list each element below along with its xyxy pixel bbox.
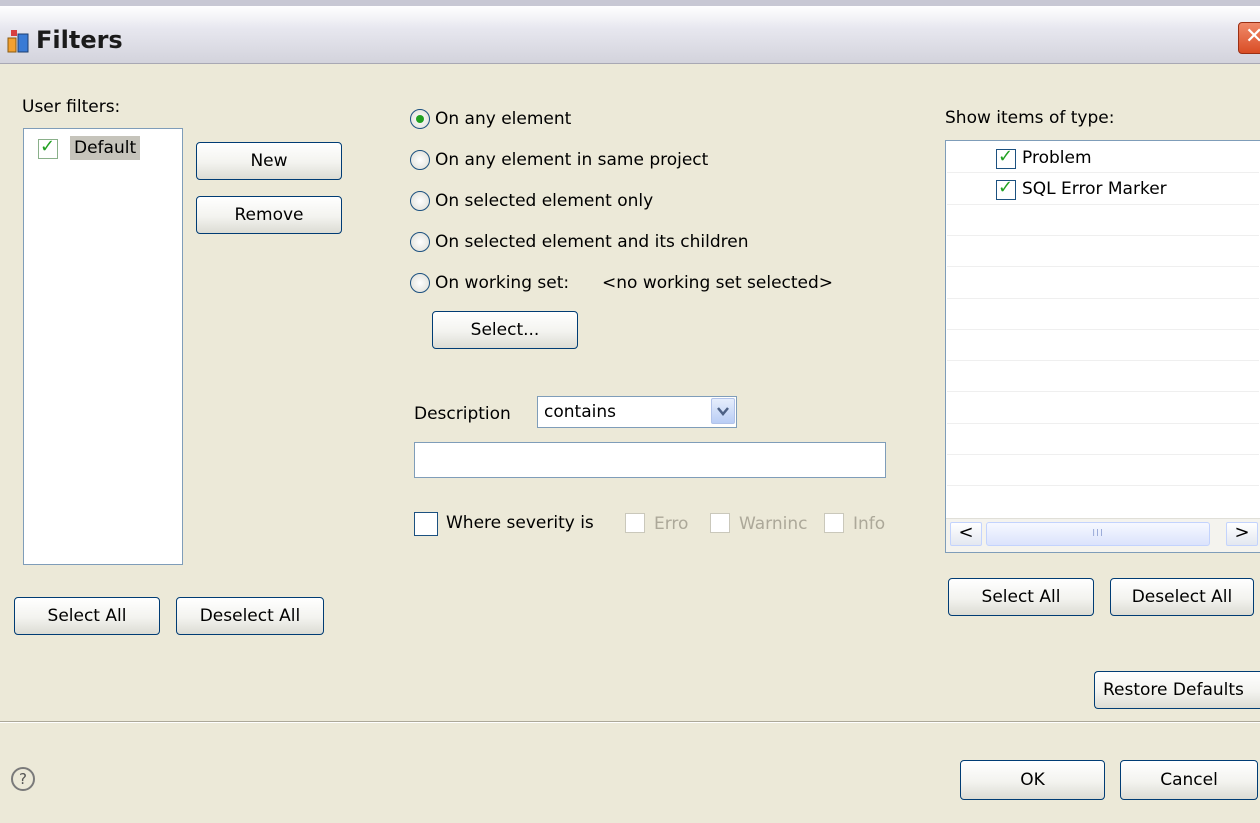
description-operator-value: contains xyxy=(544,402,616,422)
scope-selected-only-label: On selected element only xyxy=(435,191,654,211)
help-icon[interactable]: ? xyxy=(11,767,35,791)
scope-working-set-radio[interactable] xyxy=(410,273,430,293)
working-set-value: <no working set selected> xyxy=(602,273,834,293)
type-problem-label: Problem xyxy=(1022,148,1092,168)
restore-defaults-button[interactable]: Restore Defaults xyxy=(1094,671,1260,709)
window-title: Filters xyxy=(36,26,123,54)
description-label: Description xyxy=(414,404,511,424)
scope-selected-only-radio[interactable] xyxy=(410,191,430,211)
check-icon: ✓ xyxy=(40,136,56,157)
remove-filter-button[interactable]: Remove xyxy=(196,196,342,234)
scope-same-project-label: On any element in same project xyxy=(435,150,709,170)
type-problem-checkbox[interactable]: ✓ xyxy=(996,146,1016,169)
severity-info-label: Info xyxy=(853,514,886,534)
scroll-right-icon[interactable]: > xyxy=(1226,522,1258,546)
horizontal-scrollbar[interactable]: < III > xyxy=(946,518,1260,552)
severity-checkbox[interactable] xyxy=(414,512,438,536)
severity-info-checkbox[interactable] xyxy=(824,513,844,533)
list-item[interactable]: ✓ Problem xyxy=(946,145,1258,173)
scrollbar-thumb[interactable]: III xyxy=(986,522,1210,546)
scope-same-project-radio[interactable] xyxy=(410,150,430,170)
show-items-label: Show items of type: xyxy=(945,108,1115,128)
severity-label: Where severity is xyxy=(446,513,594,533)
cancel-button[interactable]: Cancel xyxy=(1120,760,1258,800)
footer-separator xyxy=(0,721,1260,723)
description-operator-select[interactable]: contains xyxy=(537,396,737,428)
ok-button[interactable]: OK xyxy=(960,760,1105,800)
description-text-field[interactable] xyxy=(414,442,886,478)
severity-error-label: Erro xyxy=(654,514,689,534)
item-types-list[interactable]: ✓ Problem ✓ SQL Error Marker < III > xyxy=(945,140,1260,553)
severity-warning-label: Warninc xyxy=(739,514,808,534)
check-icon: ✓ xyxy=(998,177,1014,198)
scope-working-set-label: On working set: xyxy=(435,273,570,293)
filter-app-icon xyxy=(7,30,29,53)
types-deselect-all-button[interactable]: Deselect All xyxy=(1110,578,1254,616)
scope-any-element-label: On any element xyxy=(435,109,572,129)
scope-selected-children-label: On selected element and its children xyxy=(435,232,749,252)
list-item[interactable]: ✓ SQL Error Marker xyxy=(946,176,1258,204)
user-filters-list[interactable]: ✓ Default xyxy=(23,128,183,565)
scroll-left-icon[interactable]: < xyxy=(950,522,982,546)
title-bar: Filters ✕ xyxy=(0,0,1260,64)
new-filter-button[interactable]: New xyxy=(196,142,342,180)
type-sql-error-label: SQL Error Marker xyxy=(1022,179,1167,199)
scrollbar-grip: III xyxy=(1092,528,1104,539)
close-icon[interactable]: ✕ xyxy=(1238,22,1260,54)
scope-any-element-radio[interactable] xyxy=(410,109,430,129)
list-item[interactable]: ✓ Default xyxy=(34,135,169,163)
user-filters-select-all-button[interactable]: Select All xyxy=(14,597,160,635)
chevron-down-icon[interactable] xyxy=(711,398,735,424)
select-working-set-button[interactable]: Select... xyxy=(432,311,578,349)
type-sql-error-checkbox[interactable]: ✓ xyxy=(996,177,1016,200)
severity-error-checkbox[interactable] xyxy=(625,513,645,533)
scope-selected-children-radio[interactable] xyxy=(410,232,430,252)
check-icon: ✓ xyxy=(998,146,1014,167)
severity-warning-checkbox[interactable] xyxy=(710,513,730,533)
user-filter-label: Default xyxy=(70,136,141,160)
user-filter-checkbox[interactable]: ✓ xyxy=(38,136,58,159)
user-filters-label: User filters: xyxy=(22,97,121,117)
user-filters-deselect-all-button[interactable]: Deselect All xyxy=(176,597,324,635)
types-select-all-button[interactable]: Select All xyxy=(948,578,1094,616)
